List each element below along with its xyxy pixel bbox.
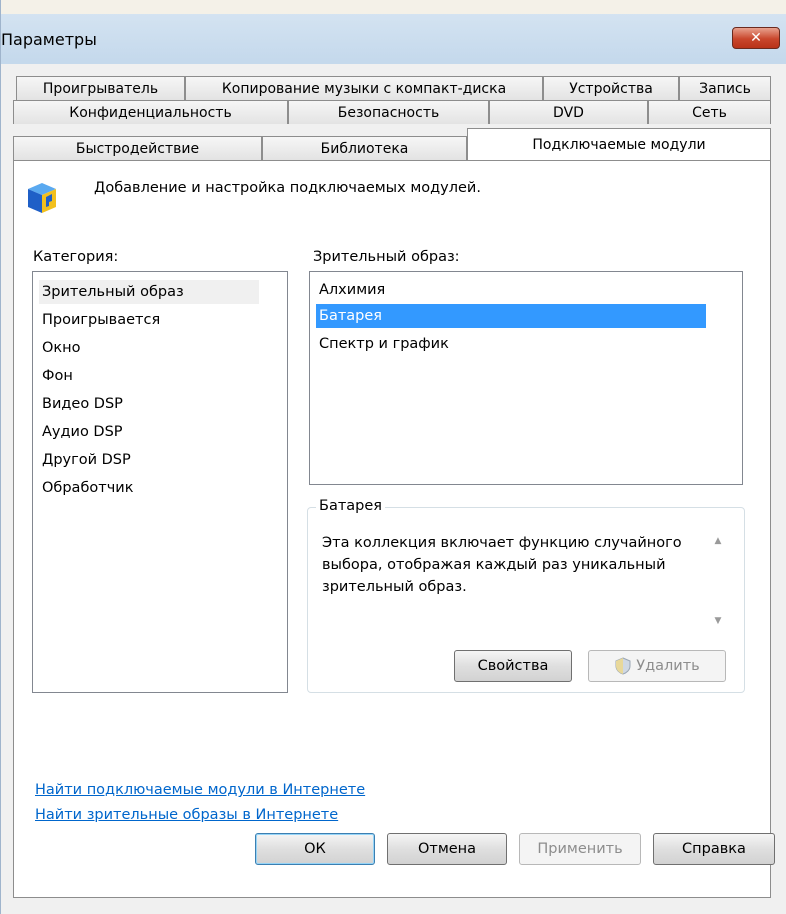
ok-button[interactable]: ОК bbox=[255, 833, 375, 865]
properties-button[interactable]: Свойства bbox=[454, 650, 572, 682]
category-label: Категория: bbox=[33, 249, 119, 265]
category-item-visualization[interactable]: Зрительный образ bbox=[39, 280, 259, 304]
tab-network[interactable]: Сеть bbox=[648, 100, 771, 124]
category-item-renderer[interactable]: Обработчик bbox=[39, 476, 133, 500]
tab-row-3: Быстродействие Библиотека Подключаемые м… bbox=[13, 128, 771, 160]
category-item-background[interactable]: Фон bbox=[39, 364, 73, 388]
groupbox-title: Батарея bbox=[316, 498, 386, 514]
tab-performance[interactable]: Быстродействие bbox=[13, 136, 262, 160]
tab-dvd[interactable]: DVD bbox=[489, 100, 648, 124]
options-window: Параметры ✕ Проигрыватель Копирование му… bbox=[0, 0, 786, 914]
title-bar-top-strip bbox=[1, 0, 786, 14]
tab-devices[interactable]: Устройства bbox=[543, 76, 679, 100]
tab-burn[interactable]: Запись bbox=[679, 76, 771, 100]
tab-library[interactable]: Библиотека bbox=[262, 136, 467, 160]
close-icon: ✕ bbox=[750, 30, 762, 46]
tab-plugins[interactable]: Подключаемые модули bbox=[467, 128, 771, 160]
tab-security[interactable]: Безопасность bbox=[288, 100, 489, 124]
visual-item-alchemy[interactable]: Алхимия bbox=[316, 278, 385, 302]
dialog-client-area: Проигрыватель Копирование музыки с компа… bbox=[1, 64, 786, 914]
category-item-window[interactable]: Окно bbox=[39, 336, 81, 360]
cancel-button[interactable]: Отмена bbox=[387, 833, 507, 865]
tab-rip-music[interactable]: Копирование музыки с компакт-диска bbox=[185, 76, 543, 100]
visual-item-battery[interactable]: Батарея bbox=[316, 304, 706, 328]
help-button[interactable]: Справка bbox=[653, 833, 775, 865]
uac-shield-icon bbox=[615, 657, 631, 675]
category-item-other-dsp[interactable]: Другой DSP bbox=[39, 448, 131, 472]
visualization-listbox[interactable]: Алхимия Батарея Спектр и график bbox=[309, 271, 743, 485]
scroll-up-arrow-icon[interactable]: ▲ bbox=[711, 536, 725, 548]
description-groupbox: Батарея Эта коллекция включает функцию с… bbox=[307, 498, 745, 693]
tab-privacy[interactable]: Конфиденциальность bbox=[13, 100, 288, 124]
scroll-down-arrow-icon[interactable]: ▼ bbox=[711, 616, 725, 628]
category-item-audio-dsp[interactable]: Аудио DSP bbox=[39, 420, 123, 444]
find-visualizations-link[interactable]: Найти зрительные образы в Интернете bbox=[35, 807, 338, 823]
visualization-label: Зрительный образ: bbox=[313, 249, 460, 265]
delete-button[interactable]: Удалить bbox=[588, 650, 726, 682]
delete-button-label: Удалить bbox=[636, 658, 700, 674]
plugin-cube-icon bbox=[28, 183, 56, 213]
panel-header-text: Добавление и настройка подключаемых моду… bbox=[94, 180, 481, 196]
tab-player[interactable]: Проигрыватель bbox=[16, 76, 185, 100]
plugin-description: Эта коллекция включает функцию случайног… bbox=[322, 535, 682, 595]
apply-button[interactable]: Применить bbox=[519, 833, 641, 865]
window-title: Параметры bbox=[1, 30, 97, 49]
close-button[interactable]: ✕ bbox=[732, 27, 780, 49]
tab-row-1: Проигрыватель Копирование музыки с компа… bbox=[13, 76, 771, 100]
category-item-now-playing[interactable]: Проигрывается bbox=[39, 308, 160, 332]
plugins-panel: Добавление и настройка подключаемых моду… bbox=[13, 160, 771, 898]
visual-item-spectrum[interactable]: Спектр и график bbox=[316, 332, 449, 356]
category-item-video-dsp[interactable]: Видео DSP bbox=[39, 392, 123, 416]
find-plugins-link[interactable]: Найти подключаемые модули в Интернете bbox=[35, 782, 365, 798]
tab-row-2: Конфиденциальность Безопасность DVD Сеть bbox=[13, 100, 771, 124]
category-listbox[interactable]: Зрительный образ Проигрывается Окно Фон … bbox=[32, 271, 288, 693]
